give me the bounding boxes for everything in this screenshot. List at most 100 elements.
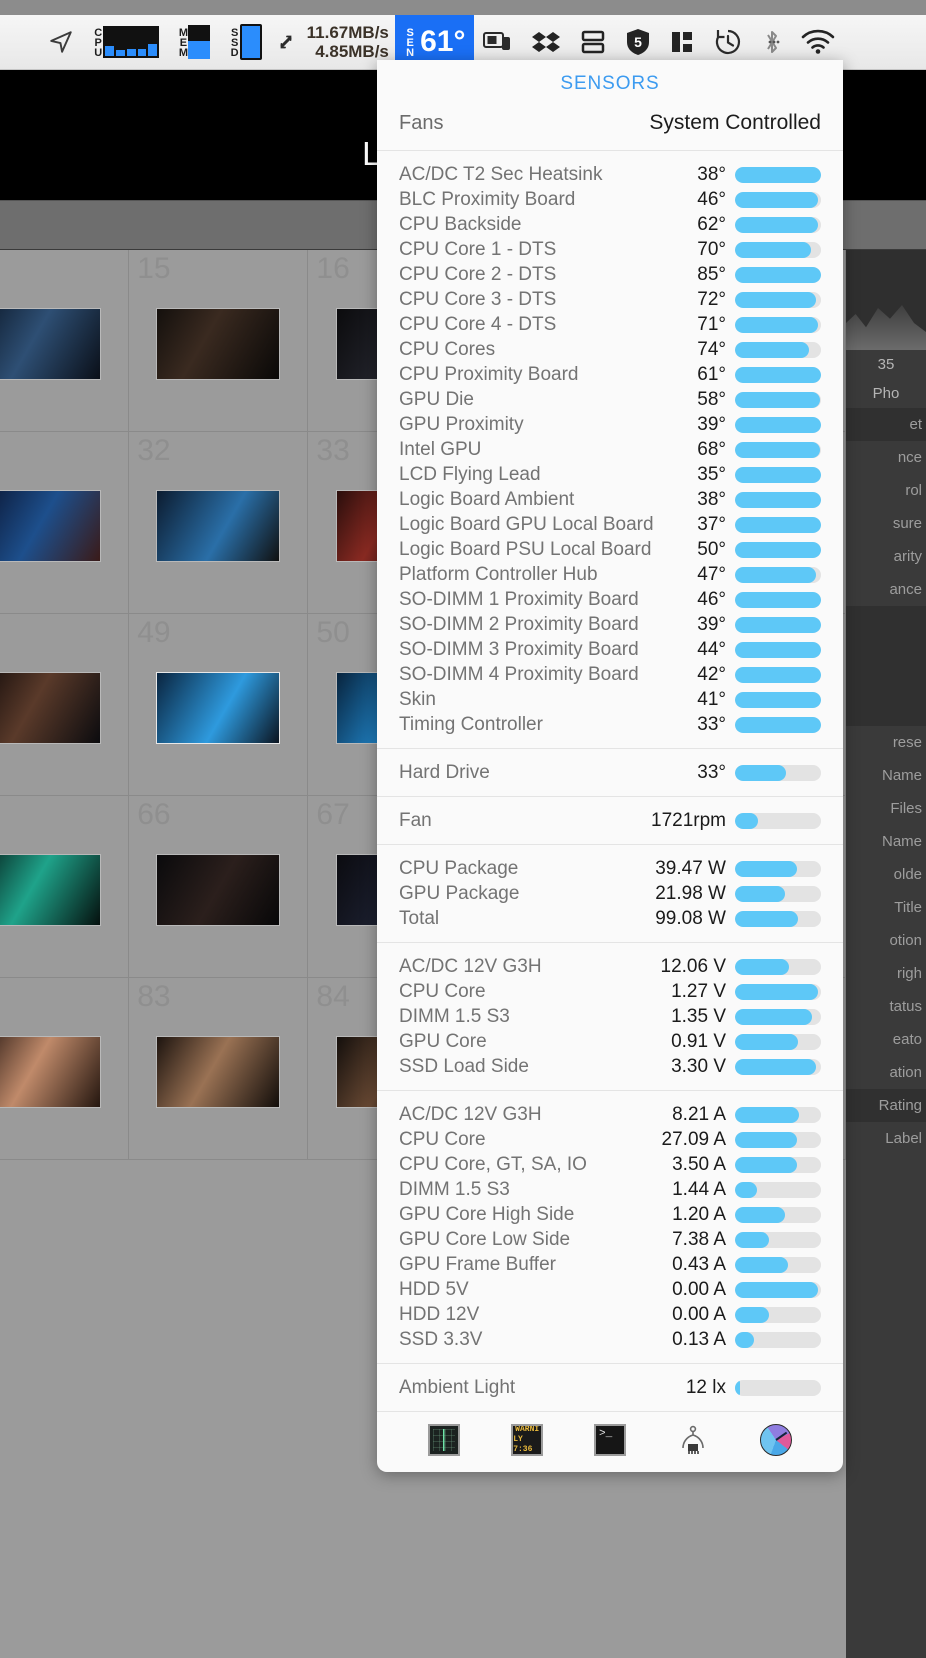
sensor-row[interactable]: GPU Die 58° [377, 387, 843, 412]
sensor-row[interactable]: AC/DC 12V G3H 12.06 V [377, 954, 843, 979]
sensor-row[interactable]: Fan 1721rpm [377, 808, 843, 833]
sensor-row[interactable]: CPU Cores 74° [377, 337, 843, 362]
sensor-row[interactable]: Skin 41° [377, 687, 843, 712]
sensor-row[interactable]: SSD Load Side 3.30 V [377, 1054, 843, 1079]
chip-sensor-icon[interactable] [677, 1424, 709, 1456]
cpu-meter[interactable]: CPU [83, 15, 168, 70]
photo-thumbnail[interactable] [156, 308, 281, 381]
panel-item[interactable]: Rating [846, 1089, 926, 1122]
grid-cell[interactable] [0, 432, 130, 614]
sensor-bar-track [735, 1231, 821, 1248]
gauge-preferences-icon[interactable] [759, 1424, 792, 1456]
panel-item[interactable]: sure [846, 507, 926, 540]
popover-toolbar[interactable]: WARNI LY 7:36 >_ [377, 1411, 843, 1472]
sensor-row[interactable]: CPU Proximity Board 61° [377, 362, 843, 387]
panel-item[interactable]: olde [846, 858, 926, 891]
grid-cell[interactable]: 66 [129, 796, 309, 978]
photo-thumbnail[interactable] [156, 854, 281, 927]
sensor-row[interactable]: Hard Drive 33° [377, 760, 843, 785]
panel-item[interactable]: rol [846, 474, 926, 507]
terminal-icon[interactable]: >_ [593, 1424, 626, 1456]
panel-item[interactable]: Label [846, 1122, 926, 1155]
sensor-row[interactable]: CPU Core 27.09 A [377, 1127, 843, 1152]
panel-item[interactable]: arity [846, 540, 926, 573]
warning-line-1: WARNI [515, 1425, 540, 1434]
grid-cell[interactable]: 49 [129, 614, 309, 796]
sensor-row[interactable]: AC/DC 12V G3H 8.21 A [377, 1102, 843, 1127]
sensor-row[interactable]: Platform Controller Hub 47° [377, 562, 843, 587]
photo-thumbnail[interactable] [0, 854, 102, 927]
photo-thumbnail[interactable] [156, 490, 281, 563]
panel-item[interactable]: Title [846, 891, 926, 924]
sensor-row[interactable]: GPU Package 21.98 W [377, 881, 843, 906]
sensor-row[interactable]: HDD 5V 0.00 A [377, 1277, 843, 1302]
lightroom-right-panel[interactable]: 35 Pho et nce rol sure arity ance rese N… [846, 250, 926, 1658]
sensor-row[interactable]: GPU Proximity 39° [377, 412, 843, 437]
sensor-row[interactable]: GPU Core 0.91 V [377, 1029, 843, 1054]
warning-log-icon[interactable]: WARNI LY 7:36 [511, 1424, 544, 1456]
sensors-popover[interactable]: SENSORS Fans System Controlled AC/DC T2 … [377, 60, 843, 1472]
panel-item[interactable]: righ [846, 957, 926, 990]
panel-item[interactable]: Name [846, 825, 926, 858]
sensor-row[interactable]: BLC Proximity Board 46° [377, 187, 843, 212]
photo-thumbnail[interactable] [0, 308, 102, 381]
photo-thumbnail[interactable] [0, 1036, 102, 1109]
grid-cell[interactable]: 15 [129, 250, 309, 432]
sensor-row[interactable]: GPU Core Low Side 7.38 A [377, 1227, 843, 1252]
sensor-row[interactable]: Logic Board PSU Local Board 50° [377, 537, 843, 562]
photo-thumbnail[interactable] [0, 672, 102, 745]
sensor-row[interactable]: Total 99.08 W [377, 906, 843, 931]
sensor-row[interactable]: CPU Core 4 - DTS 71° [377, 312, 843, 337]
sensor-row[interactable]: Ambient Light 12 lx [377, 1375, 843, 1400]
photo-thumbnail[interactable] [156, 1036, 281, 1109]
panel-item[interactable]: ation [846, 1056, 926, 1089]
photo-thumbnail[interactable] [0, 490, 102, 563]
panel-item[interactable]: eato [846, 1023, 926, 1056]
fans-row[interactable]: Fans System Controlled [377, 106, 843, 151]
ssd-meter[interactable]: SSD [219, 15, 270, 70]
sensor-row[interactable]: CPU Core 1.27 V [377, 979, 843, 1004]
panel-item[interactable]: tatus [846, 990, 926, 1023]
sensor-row[interactable]: SO-DIMM 3 Proximity Board 44° [377, 637, 843, 662]
sensor-row[interactable]: CPU Core 1 - DTS 70° [377, 237, 843, 262]
sensor-row[interactable]: SO-DIMM 4 Proximity Board 42° [377, 662, 843, 687]
sensor-row[interactable]: HDD 12V 0.00 A [377, 1302, 843, 1327]
sensor-row[interactable]: LCD Flying Lead 35° [377, 462, 843, 487]
grid-cell[interactable] [0, 978, 130, 1160]
sensor-row[interactable]: CPU Backside 62° [377, 212, 843, 237]
panel-item[interactable]: rese [846, 726, 926, 759]
sensor-row[interactable]: SO-DIMM 2 Proximity Board 39° [377, 612, 843, 637]
sensor-row[interactable]: AC/DC T2 Sec Heatsink 38° [377, 162, 843, 187]
sensor-row[interactable]: Logic Board GPU Local Board 37° [377, 512, 843, 537]
sensor-row[interactable]: SSD 3.3V 0.13 A [377, 1327, 843, 1352]
grid-cell[interactable]: 4 [0, 250, 130, 432]
sensor-row[interactable]: CPU Core 3 - DTS 72° [377, 287, 843, 312]
sensor-row[interactable]: CPU Package 39.47 W [377, 856, 843, 881]
sensor-row[interactable]: DIMM 1.5 S3 1.44 A [377, 1177, 843, 1202]
sensor-row[interactable]: DIMM 1.5 S3 1.35 V [377, 1004, 843, 1029]
sensor-row[interactable]: CPU Core, GT, SA, IO 3.50 A [377, 1152, 843, 1177]
grid-cell[interactable]: 6 [0, 796, 130, 978]
panel-item[interactable]: Files [846, 792, 926, 825]
sensor-group-fan-speed: Fan 1721rpm [377, 797, 843, 845]
sensor-row[interactable]: Intel GPU 68° [377, 437, 843, 462]
sensor-row[interactable]: GPU Core High Side 1.20 A [377, 1202, 843, 1227]
panel-item[interactable]: nce [846, 441, 926, 474]
sensor-row[interactable]: CPU Core 2 - DTS 85° [377, 262, 843, 287]
memory-meter[interactable]: MEM [168, 15, 219, 70]
sensor-value: 1.35 V [671, 1005, 726, 1027]
panel-item[interactable]: ance [846, 573, 926, 606]
grid-cell[interactable]: 32 [129, 432, 309, 614]
photo-thumbnail[interactable] [156, 672, 281, 745]
sensor-row[interactable]: Logic Board Ambient 38° [377, 487, 843, 512]
grid-cell[interactable]: 83 [129, 978, 309, 1160]
grid-cell[interactable]: 8 [0, 614, 130, 796]
sensor-bar-track [735, 1131, 821, 1148]
panel-item[interactable]: Name [846, 759, 926, 792]
sensor-row[interactable]: Timing Controller 33° [377, 712, 843, 737]
ekg-monitor-icon[interactable] [428, 1424, 461, 1456]
sensor-row[interactable]: GPU Frame Buffer 0.43 A [377, 1252, 843, 1277]
panel-item[interactable]: otion [846, 924, 926, 957]
sensor-row[interactable]: SO-DIMM 1 Proximity Board 46° [377, 587, 843, 612]
panel-item[interactable]: et [846, 408, 926, 441]
